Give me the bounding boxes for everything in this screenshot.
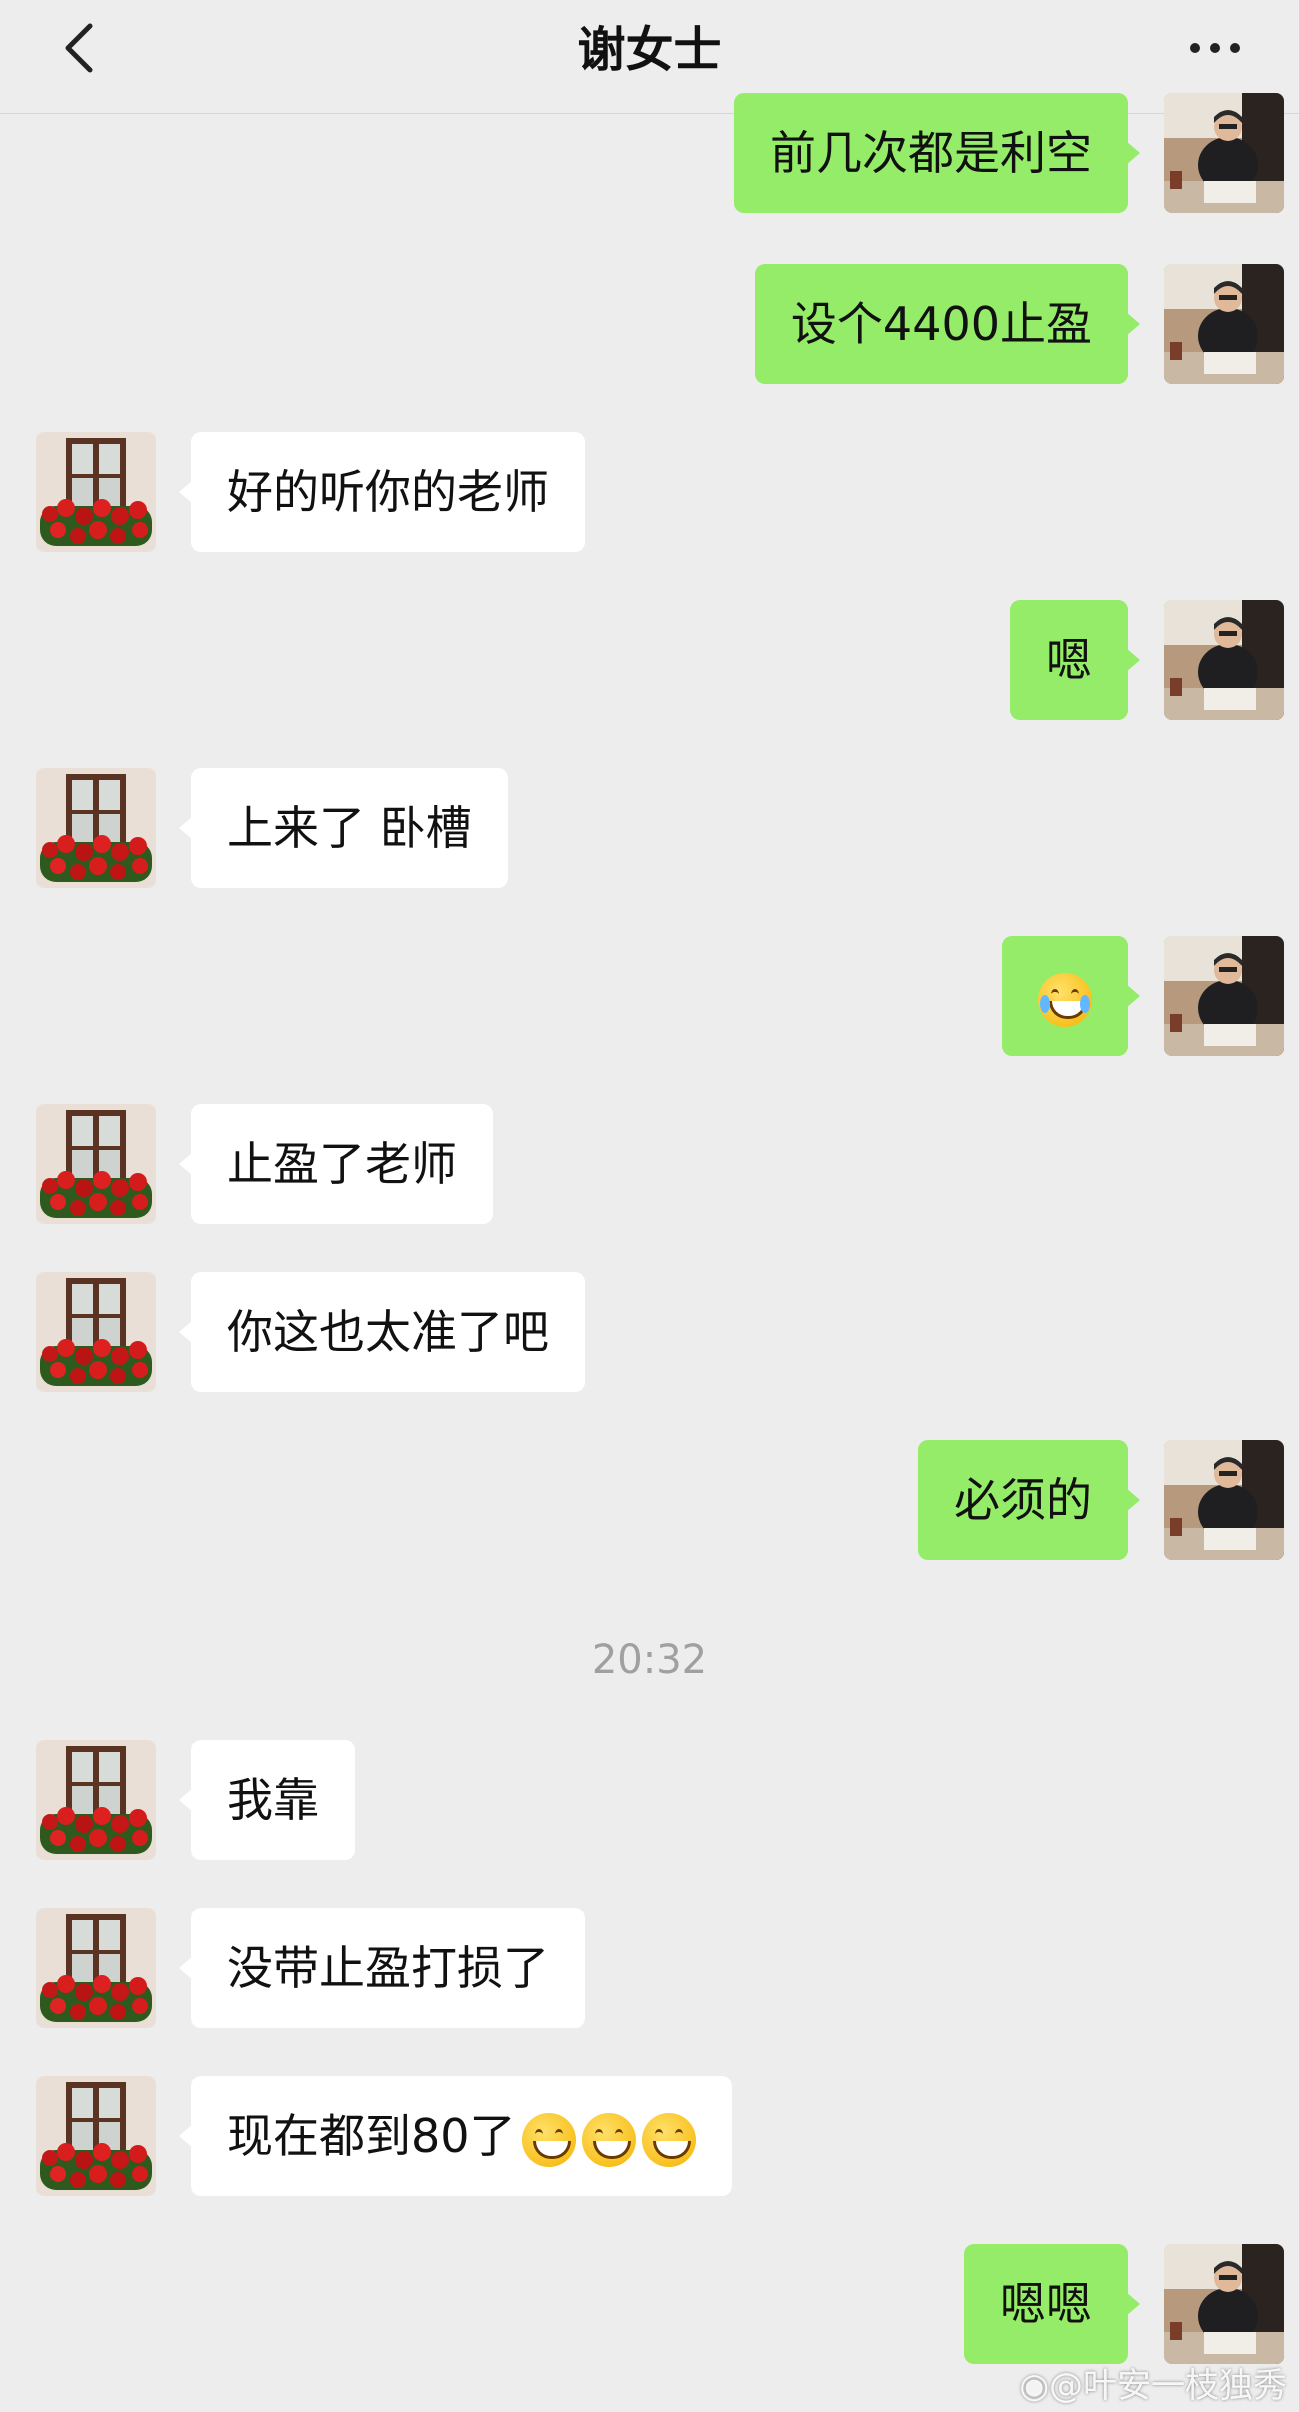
received-message-bubble[interactable]: 现在都到80了: [179, 2076, 732, 2196]
watermark: ◉@叶安一枝独秀: [1019, 2358, 1287, 2407]
chat-message: [0, 936, 1299, 1058]
message-text: 现在都到80了: [227, 2109, 516, 2163]
my-avatar[interactable]: [1164, 936, 1284, 1056]
chat-message: 止盈了老师: [0, 1104, 1299, 1226]
chat-message: 设个4400止盈: [0, 264, 1299, 386]
contact-avatar[interactable]: [36, 2076, 156, 2196]
message-text: 好的听你的老师: [227, 465, 549, 519]
message-text: 必须的: [954, 1473, 1092, 1527]
sent-message-bubble[interactable]: 前几次都是利空: [734, 93, 1140, 213]
contact-avatar[interactable]: [36, 1104, 156, 1224]
chat-message: 嗯: [0, 600, 1299, 722]
message-timestamp: 20:32: [591, 1637, 708, 1683]
message-text: 没带止盈打损了: [227, 1941, 549, 1995]
received-message-bubble[interactable]: 没带止盈打损了: [179, 1908, 585, 2028]
chat-message: 现在都到80了: [0, 2076, 1299, 2198]
message-text: 设个4400止盈: [790, 297, 1092, 351]
my-avatar[interactable]: [1164, 2244, 1284, 2364]
chat-title: 谢女士: [577, 22, 722, 78]
received-message-bubble[interactable]: 你这也太准了吧: [179, 1272, 585, 1392]
chat-message: 好的听你的老师: [0, 432, 1299, 554]
sent-message-bubble[interactable]: 嗯嗯: [964, 2244, 1140, 2364]
chat-message: 必须的: [0, 1440, 1299, 1562]
contact-avatar[interactable]: [36, 432, 156, 552]
message-text: 我靠: [227, 1773, 319, 1827]
contact-avatar[interactable]: [36, 1740, 156, 1860]
chat-message: 我靠: [0, 1740, 1299, 1862]
watermark-text: @叶安一枝独秀: [1049, 2366, 1287, 2406]
sent-message-bubble[interactable]: 嗯: [1010, 600, 1140, 720]
received-message-bubble[interactable]: 上来了 卧槽: [179, 768, 508, 888]
grin-emoji: [581, 2112, 636, 2167]
chat-message: 没带止盈打损了: [0, 1908, 1299, 2030]
contact-avatar[interactable]: [36, 1272, 156, 1392]
message-text: 上来了 卧槽: [227, 801, 472, 855]
received-message-bubble[interactable]: 我靠: [179, 1740, 355, 1860]
tears-of-joy-emoji: [1038, 972, 1092, 1027]
message-text: 你这也太准了吧: [227, 1305, 549, 1359]
sent-message-bubble[interactable]: 设个4400止盈: [754, 264, 1141, 384]
chat-message: 你这也太准了吧: [0, 1272, 1299, 1394]
more-dots-icon[interactable]: [1185, 30, 1257, 66]
chat-message: 嗯嗯: [0, 2244, 1299, 2366]
received-message-bubble[interactable]: 止盈了老师: [179, 1104, 493, 1224]
chat-message: 前几次都是利空: [0, 93, 1299, 215]
my-avatar[interactable]: [1164, 1440, 1284, 1560]
grin-emoji: [521, 2112, 576, 2167]
my-avatar[interactable]: [1164, 600, 1284, 720]
contact-avatar[interactable]: [36, 1908, 156, 2028]
message-text: 止盈了老师: [227, 1137, 457, 1191]
weibo-icon: ◉: [1019, 2366, 1049, 2406]
my-avatar[interactable]: [1164, 264, 1284, 384]
sent-message-bubble[interactable]: [1002, 936, 1140, 1056]
my-avatar[interactable]: [1164, 93, 1284, 213]
contact-avatar[interactable]: [36, 768, 156, 888]
sent-message-bubble[interactable]: 必须的: [918, 1440, 1140, 1560]
message-text: 嗯嗯: [1000, 2277, 1092, 2331]
received-message-bubble[interactable]: 好的听你的老师: [179, 432, 585, 552]
message-text: 前几次都是利空: [770, 126, 1092, 180]
chat-message: 上来了 卧槽: [0, 768, 1299, 890]
grin-emoji: [641, 2112, 696, 2167]
message-text: 嗯: [1046, 633, 1092, 687]
